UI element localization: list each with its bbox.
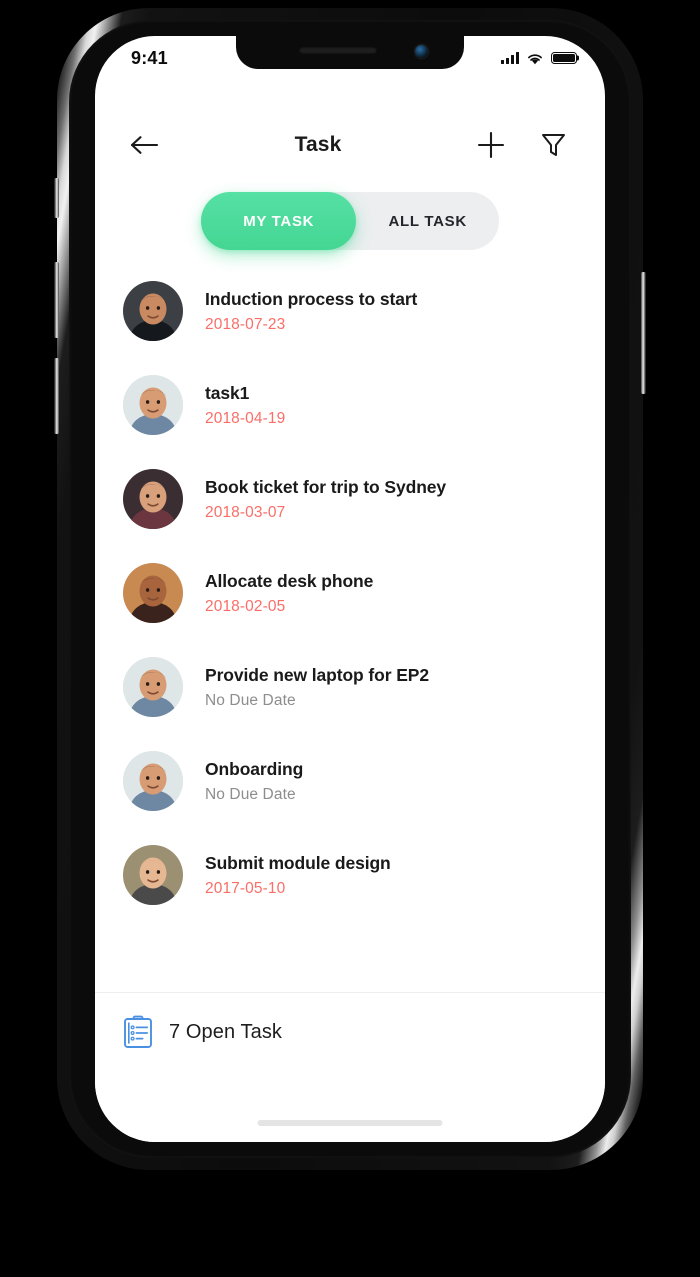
task-row[interactable]: Allocate desk phone 2018-02-05: [95, 546, 605, 640]
open-task-summary[interactable]: 7 Open Task: [123, 1015, 282, 1049]
task-text: Book ticket for trip to Sydney 2018-03-07: [205, 477, 446, 522]
filter-funnel-icon: [541, 134, 565, 156]
task-due-date: 2018-04-19: [205, 409, 286, 427]
task-row[interactable]: task1 2018-04-19: [95, 358, 605, 452]
avatar: [123, 281, 183, 341]
avatar: [123, 375, 183, 435]
task-due-date: 2018-07-23: [205, 315, 286, 333]
task-row[interactable]: Onboarding No Due Date: [95, 734, 605, 828]
task-due-date: No Due Date: [205, 785, 296, 803]
task-title: task1: [205, 382, 250, 403]
task-row[interactable]: Book ticket for trip to Sydney 2018-03-07: [95, 452, 605, 546]
task-text: Provide new laptop for EP2 No Due Date: [205, 665, 429, 710]
phone-screen: 9:41 Task MY TASK ALL TASK Induction pro…: [95, 36, 605, 1142]
home-indicator[interactable]: [257, 1120, 443, 1126]
task-row[interactable]: Provide new laptop for EP2 No Due Date: [95, 640, 605, 734]
header-actions: [471, 125, 573, 165]
avatar: [123, 657, 183, 717]
task-due-date: 2017-05-10: [205, 879, 286, 897]
display-notch: [236, 36, 464, 69]
clipboard-checklist-icon: [124, 1015, 152, 1048]
open-task-count-label: 7 Open Task: [169, 1020, 283, 1043]
task-text: Induction process to start 2018-07-23: [205, 289, 417, 334]
front-camera-icon: [415, 45, 428, 58]
segmented-control: MY TASK ALL TASK: [201, 192, 499, 250]
task-due-date: 2018-02-05: [205, 597, 286, 615]
task-row[interactable]: Induction process to start 2018-07-23: [95, 264, 605, 358]
task-text: Onboarding No Due Date: [205, 759, 303, 804]
task-row[interactable]: Submit module design 2017-05-10: [95, 828, 605, 922]
screenshot-stage: 9:41 Task MY TASK ALL TASK Induction pro…: [0, 0, 700, 1277]
task-scope-tabs: MY TASK ALL TASK: [95, 192, 605, 250]
task-text: Allocate desk phone 2018-02-05: [205, 571, 373, 616]
power-button[interactable]: [641, 272, 646, 394]
task-text: Submit module design 2017-05-10: [205, 853, 391, 898]
cellular-signal-icon: [501, 52, 519, 64]
task-title: Onboarding: [205, 758, 304, 779]
status-indicators: [501, 51, 577, 65]
back-button[interactable]: [125, 125, 165, 165]
battery-full-icon: [551, 51, 577, 65]
volume-down-button[interactable]: [54, 358, 59, 434]
plus-icon: [477, 131, 505, 159]
earpiece-speaker-icon: [299, 47, 377, 54]
tab-my-task[interactable]: MY TASK: [201, 192, 357, 250]
page-title: Task: [294, 133, 342, 156]
arrow-left-icon: [130, 136, 159, 154]
filter-button[interactable]: [533, 125, 573, 165]
avatar: [123, 563, 183, 623]
wifi-icon: [528, 53, 542, 64]
app-header: Task: [95, 114, 605, 176]
task-due-date: No Due Date: [205, 691, 296, 709]
avatar: [123, 751, 183, 811]
task-title: Book ticket for trip to Sydney: [205, 476, 447, 497]
task-due-date: 2018-03-07: [205, 503, 286, 521]
task-title: Submit module design: [205, 852, 391, 873]
add-task-button[interactable]: [471, 125, 511, 165]
task-text: task1 2018-04-19: [205, 383, 285, 428]
volume-up-button[interactable]: [54, 262, 59, 338]
mute-switch-button[interactable]: [54, 178, 59, 218]
avatar: [123, 845, 183, 905]
task-title: Allocate desk phone: [205, 570, 374, 591]
task-title: Provide new laptop for EP2: [205, 664, 429, 685]
status-time: 9:41: [131, 47, 168, 68]
task-title: Induction process to start: [205, 288, 418, 309]
tab-all-task[interactable]: ALL TASK: [356, 192, 499, 250]
avatar: [123, 469, 183, 529]
task-list[interactable]: Induction process to start 2018-07-23 tas…: [95, 264, 605, 992]
